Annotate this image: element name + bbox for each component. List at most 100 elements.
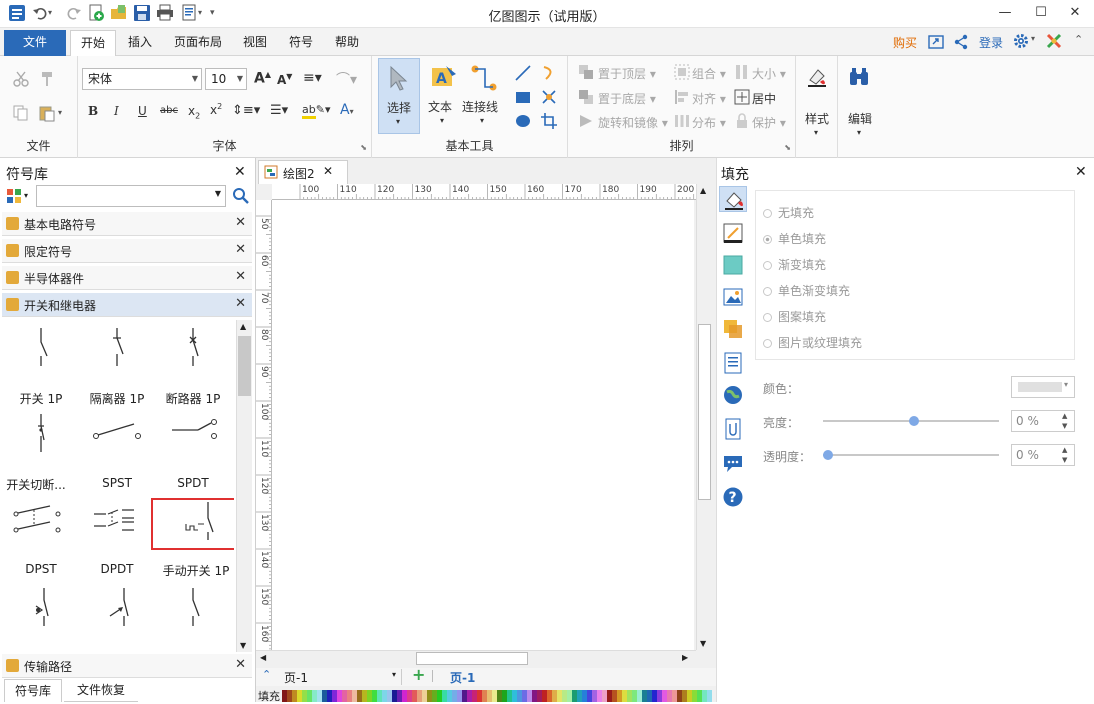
italic-icon[interactable]: I (114, 104, 119, 118)
search-icon[interactable] (232, 187, 250, 205)
page-nav-up-icon[interactable]: ⌃ (262, 668, 271, 681)
drawing-canvas[interactable] (272, 200, 694, 650)
rotate-mirror-button[interactable]: 旋转和镜像 ▾ (598, 114, 668, 131)
text-curve-icon[interactable]: ⌒▾ (336, 69, 357, 89)
app-switch-icon[interactable] (1046, 33, 1062, 49)
cut-icon[interactable] (12, 70, 30, 88)
fill-option-solid[interactable]: 单色填充 (763, 230, 826, 247)
superscript-icon[interactable]: x2 (210, 102, 222, 117)
spinner-icon[interactable]: ▲ ▼ (1062, 411, 1067, 431)
scroll-down-icon[interactable]: ▼ (700, 639, 706, 648)
radio-button[interactable] (763, 313, 772, 322)
library-section-semiconductor[interactable]: 半导体器件 ✕ (2, 266, 252, 290)
shrink-font-icon[interactable]: A▼ (277, 72, 292, 87)
page-tab[interactable]: 页-1 (450, 669, 475, 686)
fill-option-pattern[interactable]: 图案填充 (763, 308, 826, 325)
dialog-launcher-icon[interactable]: ⬊ (784, 143, 791, 152)
switch-1p-symbol[interactable] (6, 326, 76, 366)
connector-tool-button[interactable]: 连接线 ▾ (462, 58, 506, 134)
brightness-input[interactable]: 0 % ▲ ▼ (1011, 410, 1075, 432)
canvas-vertical-scrollbar[interactable]: ▲ ▼ (696, 184, 712, 650)
rectangle-tool-icon[interactable] (514, 88, 532, 106)
distribute-button[interactable]: 分布 ▾ (692, 114, 726, 131)
color-swatches[interactable] (282, 690, 712, 702)
section-close-icon[interactable]: ✕ (235, 296, 246, 311)
help-icon[interactable]: ? (722, 486, 744, 508)
fill-option-mono-gradient[interactable]: 单色渐变填充 (763, 282, 850, 299)
paste-icon[interactable] (38, 104, 56, 122)
section-close-icon[interactable]: ✕ (235, 657, 246, 672)
font-size-select[interactable]: 10 ▼ (205, 68, 247, 90)
radio-button[interactable] (763, 287, 772, 296)
document-tab[interactable]: 绘图2 ✕ (258, 160, 348, 184)
line-tool-icon[interactable] (514, 64, 532, 82)
settings-dropdown-icon[interactable]: ▾ (1031, 34, 1035, 43)
line-spacing-icon[interactable]: ⇕≡▾ (232, 103, 260, 118)
key-switch-symbol[interactable] (6, 586, 76, 626)
center-button[interactable]: 居中 (752, 90, 776, 107)
transparency-input[interactable]: 0 % ▲ ▼ (1011, 444, 1075, 466)
scroll-down-icon[interactable]: ▼ (240, 641, 246, 650)
library-close-icon[interactable]: ✕ (234, 164, 246, 180)
login-link[interactable]: 登录 (979, 34, 1003, 51)
text-tool-button[interactable]: A 文本 ▾ (424, 58, 464, 134)
bring-to-front-button[interactable]: 置于顶层 ▾ (598, 65, 656, 82)
align-button[interactable]: 对齐 ▾ (692, 90, 726, 107)
page-selector[interactable]: 页-1 ▾ (280, 669, 402, 685)
select-tool-button[interactable]: 选择 ▾ (378, 58, 420, 134)
switch-disconnector-symbol[interactable] (6, 412, 76, 452)
fill-option-picture-texture[interactable]: 图片或纹理填充 (763, 334, 862, 351)
minimize-button[interactable]: — (990, 2, 1020, 24)
scroll-thumb[interactable] (698, 324, 711, 500)
tab-view[interactable]: 视图 (236, 30, 274, 56)
brightness-slider-thumb[interactable] (909, 416, 919, 426)
strikethrough-icon[interactable]: abc (160, 105, 178, 116)
maximize-button[interactable]: ☐ (1026, 2, 1056, 24)
font-name-select[interactable]: 宋体 ▼ (82, 68, 202, 90)
size-button[interactable]: 大小 ▾ (752, 65, 786, 82)
document-tab-close-icon[interactable]: ✕ (323, 164, 333, 178)
attachment-icon[interactable] (722, 418, 744, 440)
section-close-icon[interactable]: ✕ (235, 242, 246, 257)
document-properties-icon[interactable] (722, 352, 744, 374)
library-section-qualifier[interactable]: 限定符号 ✕ (2, 239, 252, 263)
switch-symbol[interactable] (158, 586, 228, 626)
spdt-symbol[interactable] (158, 412, 228, 452)
underline-icon[interactable]: U (138, 104, 147, 118)
scroll-thumb[interactable] (238, 336, 251, 396)
scroll-up-icon[interactable]: ▲ (240, 322, 246, 331)
hyperlink-globe-icon[interactable] (722, 384, 744, 406)
edit-button[interactable]: 编辑 (848, 110, 872, 127)
canvas-horizontal-scrollbar[interactable]: ◀ ▶ (256, 650, 696, 666)
breaker-1p-symbol[interactable] (158, 326, 228, 366)
color-swatch[interactable] (707, 690, 712, 702)
comment-icon[interactable] (722, 452, 744, 474)
scroll-right-icon[interactable]: ▶ (682, 653, 688, 662)
protect-button[interactable]: 保护 ▾ (752, 114, 786, 131)
group-button[interactable]: 组合 ▾ (692, 65, 726, 82)
library-section-transmission-path[interactable]: 传输路径 ✕ (2, 654, 252, 678)
library-section-basic-circuit[interactable]: 基本电路符号 ✕ (2, 212, 252, 236)
tab-file[interactable]: 文件 (4, 30, 66, 56)
library-menu-dropdown-icon[interactable]: ▾ (24, 191, 28, 200)
share-icon[interactable] (953, 34, 969, 50)
tab-symbol[interactable]: 符号 (282, 30, 320, 56)
image-icon[interactable] (722, 286, 744, 308)
radio-button[interactable] (763, 235, 772, 244)
layers-icon[interactable] (722, 318, 744, 340)
brightness-slider[interactable] (823, 416, 999, 426)
subscript-icon[interactable]: x2 (188, 104, 200, 120)
radio-button[interactable] (763, 261, 772, 270)
library-section-switch-relay[interactable]: 开关和继电器 ✕ (2, 293, 252, 317)
arc-tool-icon[interactable] (540, 64, 558, 82)
line-style-icon[interactable] (722, 222, 744, 244)
tab-page-layout[interactable]: 页面布局 (166, 30, 230, 56)
text-highlight-icon[interactable]: ab✎▾ (302, 103, 330, 119)
share-window-icon[interactable] (928, 34, 944, 50)
radio-button[interactable] (763, 209, 772, 218)
scroll-up-icon[interactable]: ▲ (700, 186, 706, 195)
fill-panel-close-icon[interactable]: ✕ (1075, 164, 1087, 180)
style-button[interactable]: 样式 (805, 110, 829, 127)
settings-gear-icon[interactable] (1013, 33, 1029, 49)
dialog-launcher-icon[interactable]: ⬊ (360, 143, 367, 152)
